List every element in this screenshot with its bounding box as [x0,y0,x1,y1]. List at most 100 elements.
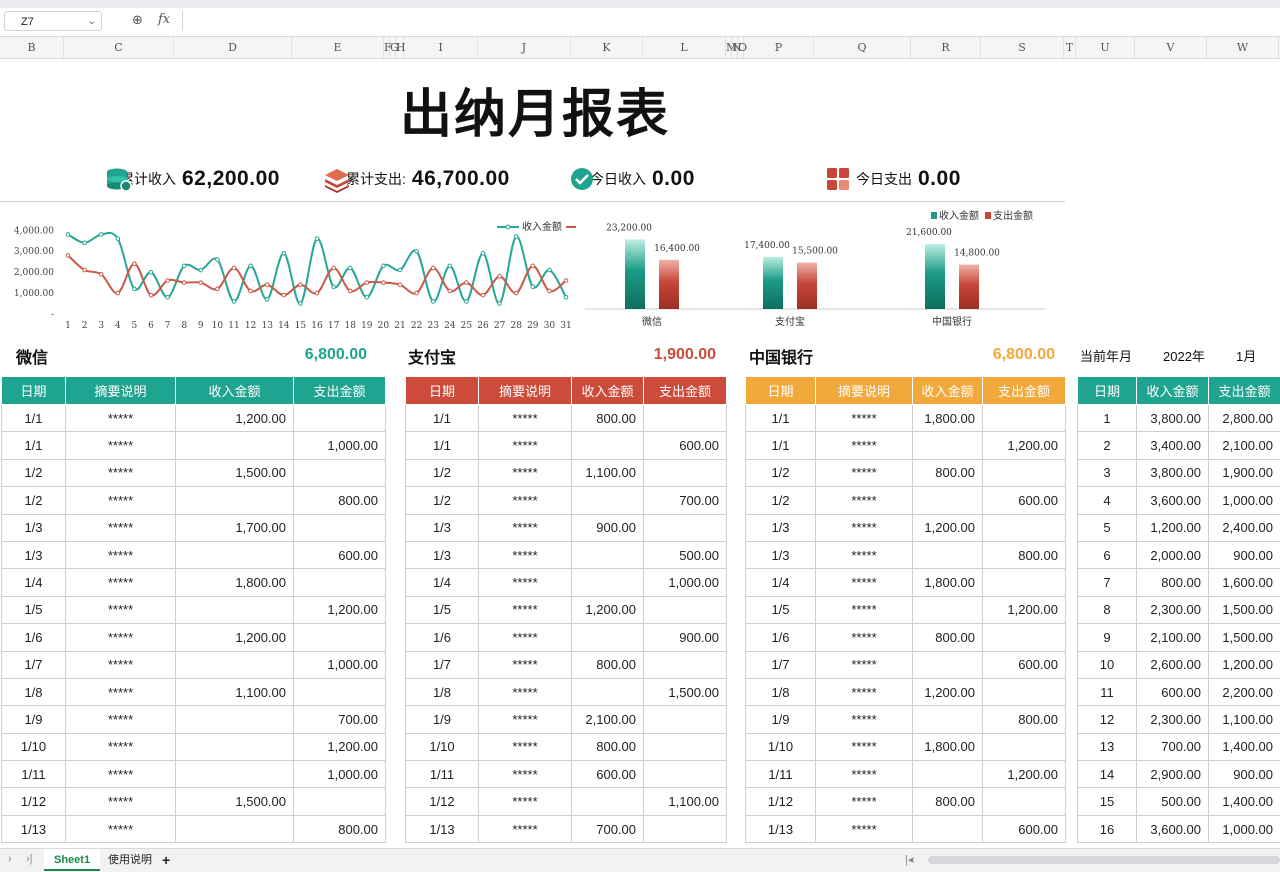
table-cell[interactable]: 1/2 [406,459,479,486]
table-cell[interactable]: 1,500.00 [176,459,294,486]
data-point[interactable] [348,289,352,293]
data-point[interactable] [315,237,319,241]
data-point[interactable] [448,264,452,268]
column-header[interactable]: W [1207,37,1279,58]
data-point[interactable] [282,252,286,256]
data-point[interactable] [332,285,336,289]
table-cell[interactable]: 1,500.00 [1209,596,1280,623]
column-header[interactable]: R [911,37,981,58]
table-cell[interactable]: 2,100.00 [572,706,644,733]
table-cell[interactable]: 1,200.00 [983,761,1066,788]
table-cell[interactable]: 1/3 [406,514,479,541]
data-point[interactable] [216,258,220,262]
table-cell[interactable] [913,706,983,733]
data-point[interactable] [348,266,352,270]
period-year[interactable]: 2022年 [1163,346,1205,365]
table-cell[interactable]: ***** [816,651,913,678]
table-cell[interactable]: 1,200.00 [983,432,1066,459]
table-cell[interactable]: 1,200.00 [176,405,294,432]
table-cell[interactable] [572,432,644,459]
table-cell[interactable] [644,733,727,760]
column-header-cell[interactable]: 摘要说明 [479,377,572,405]
table-cell[interactable]: ***** [66,541,176,568]
data-point[interactable] [66,254,70,258]
column-header-cell[interactable]: 收入金额 [1137,377,1209,405]
table-cell[interactable]: 1,200.00 [1209,651,1280,678]
table-cell[interactable]: 1/9 [2,706,66,733]
table-cell[interactable]: 800.00 [983,706,1066,733]
fx-icon[interactable]: fx [158,12,170,27]
table-cell[interactable] [572,487,644,514]
table-cell[interactable]: 1/1 [746,405,816,432]
data-point[interactable] [415,249,419,253]
table-cell[interactable]: ***** [479,815,572,842]
table-cell[interactable]: 1/1 [406,405,479,432]
data-point[interactable] [182,281,186,285]
table-cell[interactable]: ***** [479,624,572,651]
account-bar-chart[interactable]: 23,200.0016,400.00微信17,400.0015,500.00支付… [585,204,1065,339]
data-point[interactable] [465,300,469,304]
table-cell[interactable]: ***** [816,541,913,568]
name-box[interactable]: Z7 ⌄ [4,11,102,31]
daily-line-chart[interactable]: 4,000.003,000.002,000.001,000.00-1234567… [0,204,585,339]
table-cell[interactable]: 2,400.00 [1209,514,1280,541]
column-header-cell[interactable]: 摘要说明 [66,377,176,405]
data-point[interactable] [481,252,485,256]
table-cell[interactable]: 2,300.00 [1137,596,1209,623]
table-cell[interactable]: 900.00 [1209,761,1280,788]
table-cell[interactable]: 4 [1078,487,1137,514]
data-point[interactable] [133,287,137,291]
table-cell[interactable] [176,487,294,514]
table-cell[interactable]: 800.00 [913,788,983,815]
table-cell[interactable]: 1,800.00 [913,733,983,760]
table-cell[interactable]: 600.00 [983,487,1066,514]
column-header[interactable]: T [1064,37,1076,58]
table-cell[interactable]: 1,500.00 [1209,624,1280,651]
table-cell[interactable]: ***** [816,487,913,514]
table-cell[interactable]: ***** [479,651,572,678]
data-point[interactable] [514,235,518,239]
table-cell[interactable] [644,459,727,486]
table-cell[interactable]: ***** [816,514,913,541]
data-point[interactable] [448,289,452,293]
data-point[interactable] [116,291,120,295]
table-cell[interactable]: 1/3 [406,541,479,568]
column-header-cell[interactable]: 支出金额 [644,377,727,405]
table-cell[interactable]: 1,000.00 [1209,815,1280,842]
table-cell[interactable]: ***** [816,815,913,842]
table-cell[interactable]: 2 [1078,432,1137,459]
table-cell[interactable]: 800.00 [983,541,1066,568]
table-cell[interactable]: 1/13 [406,815,479,842]
column-header[interactable]: I [404,37,478,58]
column-header[interactable]: E [292,37,384,58]
column-header[interactable]: H [396,37,404,58]
table-cell[interactable] [176,541,294,568]
table-cell[interactable]: 800.00 [572,651,644,678]
table-cell[interactable]: 15 [1078,788,1137,815]
table-cell[interactable]: ***** [66,432,176,459]
data-point[interactable] [382,264,386,268]
table-cell[interactable] [983,788,1066,815]
table-cell[interactable]: ***** [479,405,572,432]
table-cell[interactable]: 1,100.00 [1209,706,1280,733]
table-cell[interactable]: 800.00 [572,733,644,760]
table-cell[interactable] [983,678,1066,705]
last-sheet-icon[interactable]: ›| [26,853,33,865]
table-cell[interactable]: 7 [1078,569,1137,596]
table-cell[interactable]: 1/1 [746,432,816,459]
table-cell[interactable]: 1/10 [746,733,816,760]
table-cell[interactable]: 1/3 [2,514,66,541]
table-cell[interactable]: ***** [816,678,913,705]
table-cell[interactable]: 600.00 [983,815,1066,842]
horizontal-scrollbar[interactable] [928,856,1280,864]
bar[interactable] [625,239,645,309]
data-point[interactable] [498,275,502,279]
column-header-cell[interactable]: 摘要说明 [816,377,913,405]
column-header-cell[interactable]: 收入金额 [176,377,294,405]
data-point[interactable] [182,264,186,268]
table-cell[interactable]: 1/12 [406,788,479,815]
table-cell[interactable]: 1/11 [406,761,479,788]
table-cell[interactable] [913,432,983,459]
table-cell[interactable]: 1/4 [746,569,816,596]
table-cell[interactable]: 2,900.00 [1137,761,1209,788]
